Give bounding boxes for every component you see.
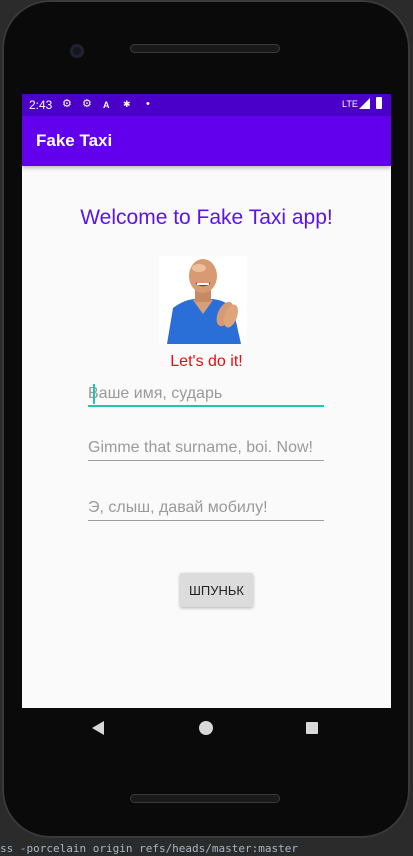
dot-icon: •: [146, 98, 150, 110]
welcome-heading: Welcome to Fake Taxi app!: [80, 206, 333, 229]
phone-underline: [88, 520, 324, 521]
surname-underline: [88, 460, 324, 461]
profile-photo: [159, 256, 247, 344]
app-bar: Fake Taxi: [22, 116, 391, 166]
battery-icon: [376, 97, 382, 109]
signal-icon: [359, 98, 370, 109]
status-bar: 2:43 ⚙ ⚙ A ✱ • LTE: [22, 94, 391, 116]
slogan-text: Let's do it!: [170, 353, 243, 370]
a-icon: A: [103, 100, 110, 110]
status-time: 2:43: [29, 98, 53, 112]
bottom-speaker: [130, 794, 280, 803]
settings-icon: ⚙: [82, 98, 92, 110]
back-icon[interactable]: [92, 721, 104, 735]
navigation-bar: [22, 708, 391, 750]
front-camera: [70, 44, 84, 58]
network-label: LTE: [342, 99, 358, 109]
submit-button[interactable]: ШПУНЬК: [180, 573, 253, 607]
text-cursor: [93, 384, 95, 404]
app-screen: 2:43 ⚙ ⚙ A ✱ • LTE Fake Taxi Welcome to …: [22, 94, 391, 708]
first-name-underline: [88, 405, 324, 407]
surname-field[interactable]: [88, 436, 324, 460]
home-icon[interactable]: [199, 721, 213, 735]
recent-apps-icon[interactable]: [306, 722, 318, 734]
top-speaker: [130, 44, 280, 53]
phone-field[interactable]: [88, 496, 324, 520]
app-title: Fake Taxi: [36, 131, 113, 150]
gear-small-icon: ✱: [123, 99, 131, 109]
ide-console-text: ss -porcelain origin refs/heads/master:m…: [0, 842, 299, 855]
settings-icon: ⚙: [62, 98, 72, 110]
first-name-field[interactable]: [88, 382, 324, 406]
